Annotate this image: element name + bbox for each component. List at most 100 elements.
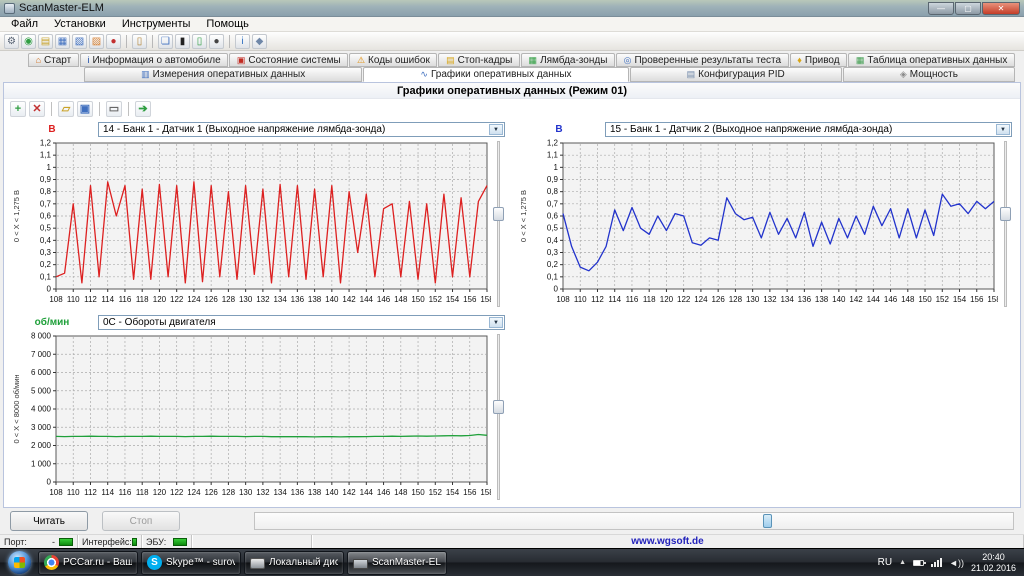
terminal-icon[interactable]: ▮: [175, 34, 190, 49]
taskbar-explorer[interactable]: Локальный диск ...: [244, 551, 344, 575]
clock[interactable]: 20:40 21.02.2016: [971, 552, 1016, 574]
chevron-down-icon[interactable]: ▼: [489, 124, 503, 135]
tab-start[interactable]: ⌂Старт: [28, 53, 79, 67]
svg-text:114: 114: [101, 295, 114, 304]
connect-wrench-icon[interactable]: ⚙: [4, 34, 19, 49]
menu-help[interactable]: Помощь: [198, 18, 257, 30]
tab-lambda-sensors[interactable]: ▦Лямбда-зонды: [521, 53, 615, 67]
start-button[interactable]: [3, 549, 35, 576]
open-file-icon[interactable]: ▱: [58, 101, 74, 117]
chart-icon[interactable]: ▧: [72, 34, 87, 49]
print-icon[interactable]: ▭: [106, 101, 122, 117]
chat-icon[interactable]: ❏: [158, 34, 173, 49]
tab-system-status[interactable]: ▣Состояние системы: [229, 53, 348, 67]
time-scrollbar[interactable]: [254, 512, 1014, 530]
svg-text:0 < X < 1,275 В: 0 < X < 1,275 В: [12, 190, 21, 242]
interface-led: [132, 538, 137, 546]
taskbar-skype[interactable]: SSkype™ - surovtse...: [141, 551, 241, 575]
tab-start-label: Старт: [44, 55, 71, 66]
svg-text:140: 140: [325, 295, 339, 304]
lambda-bank1-sensor1-scale-slider-thumb[interactable]: [493, 207, 504, 221]
document-icon[interactable]: ▤: [38, 34, 53, 49]
chevron-down-icon[interactable]: ▼: [489, 317, 503, 328]
taskbar-chrome[interactable]: PCCar.ru - Ваш а...: [38, 551, 138, 575]
svg-text:0,6: 0,6: [547, 212, 559, 221]
minimize-button[interactable]: —: [928, 2, 954, 15]
lambda-bank1-sensor2-panel: В15 - Банк 1 - Датчик 2 (Выходное напряж…: [517, 121, 1014, 310]
export-icon[interactable]: ➔: [135, 101, 151, 117]
svg-text:112: 112: [84, 488, 97, 497]
globe-dark-icon[interactable]: ●: [209, 34, 224, 49]
tab-power-label: Мощность: [910, 69, 958, 80]
charts-grid: В14 - Банк 1 - Датчик 1 (Выходное напряж…: [4, 119, 1020, 507]
read-button[interactable]: Читать: [10, 511, 88, 531]
clipboard-icon[interactable]: ▯: [132, 34, 147, 49]
tab-pid-config[interactable]: ▤Конфигурация PID: [630, 67, 842, 82]
user-icon[interactable]: ●: [106, 34, 121, 49]
globe-icon[interactable]: ◉: [21, 34, 36, 49]
svg-text:0,4: 0,4: [547, 236, 559, 245]
engine-rpm-scale-slider[interactable]: [491, 331, 506, 503]
tab-test-results[interactable]: ◎Проверенные результаты теста: [616, 53, 789, 67]
svg-text:122: 122: [170, 295, 184, 304]
tab-power[interactable]: ◈Мощность: [843, 67, 1015, 82]
engine-rpm-scale-slider-thumb[interactable]: [493, 400, 504, 414]
maximize-button[interactable]: ▢: [955, 2, 981, 15]
window-title: ScanMaster-ELM: [19, 2, 104, 14]
tab-live-data-table[interactable]: ▦Таблица оперативных данных: [848, 53, 1015, 67]
language-indicator[interactable]: RU: [878, 557, 892, 568]
stop-button[interactable]: Стоп: [102, 511, 180, 531]
tray-chevron-icon[interactable]: ▲: [899, 559, 906, 566]
svg-text:124: 124: [694, 295, 708, 304]
chevron-down-icon[interactable]: ▼: [996, 124, 1010, 135]
tab-actuator-icon: ♦: [797, 56, 802, 65]
close-button[interactable]: ✕: [982, 2, 1020, 15]
svg-text:116: 116: [119, 488, 132, 497]
tab-vehicle-info[interactable]: iИнформация о автомобиле: [80, 53, 228, 67]
lambda-bank1-sensor1-pid-select[interactable]: 14 - Банк 1 - Датчик 1 (Выходное напряже…: [98, 122, 505, 137]
time-scrollbar-thumb[interactable]: [763, 514, 772, 528]
svg-text:0: 0: [47, 478, 52, 487]
svg-text:134: 134: [273, 295, 287, 304]
svg-text:110: 110: [67, 488, 80, 497]
tab-pid-config-label: Конфигурация PID: [698, 69, 785, 80]
network-signal-icon[interactable]: [931, 558, 942, 567]
svg-text:1,2: 1,2: [40, 139, 52, 148]
svg-text:144: 144: [360, 295, 374, 304]
info-icon[interactable]: i: [235, 34, 250, 49]
tab-actuator[interactable]: ♦Привод: [790, 53, 848, 67]
engine-rpm-pid-select[interactable]: 0C - Обороты двигателя▼: [98, 315, 505, 330]
taskbar-scanmaster[interactable]: ScanMaster-ELM: [347, 551, 447, 575]
add-graph-icon[interactable]: +: [10, 101, 26, 117]
tab-actuator-label: Привод: [805, 55, 840, 66]
skype-icon: S: [147, 555, 162, 570]
tab-error-codes[interactable]: ⚠Коды ошибок: [349, 53, 437, 67]
lambda-bank1-sensor2-scale-slider[interactable]: [998, 138, 1013, 310]
svg-text:142: 142: [342, 488, 356, 497]
menu-settings[interactable]: Установки: [46, 18, 114, 30]
website-link[interactable]: www.wgsoft.de: [631, 536, 703, 547]
tab-live-data-graphs[interactable]: ∿Графики оперативных данных: [363, 67, 628, 82]
battery-icon[interactable]: ▯: [192, 34, 207, 49]
svg-text:150: 150: [411, 488, 425, 497]
svg-text:3 000: 3 000: [31, 423, 52, 432]
remove-graph-icon[interactable]: ✕: [29, 101, 45, 117]
bottom-controls: Читать Стоп: [0, 508, 1024, 534]
help-shield-icon[interactable]: ◆: [252, 34, 267, 49]
menu-tools[interactable]: Инструменты: [114, 18, 199, 30]
lambda-bank1-sensor2-pid-select[interactable]: 15 - Банк 1 - Датчик 2 (Выходное напряже…: [605, 122, 1012, 137]
tab-freeze-frames[interactable]: ▤Стоп-кадры: [438, 53, 519, 67]
lambda-bank1-sensor1-scale-slider[interactable]: [491, 138, 506, 310]
lambda-bank1-sensor1-chart: 1081101121141161181201221241261281301321…: [10, 138, 491, 306]
tab-live-data-measurements[interactable]: ▥Измерения оперативных данных: [84, 67, 362, 82]
svg-text:156: 156: [463, 488, 477, 497]
svg-text:108: 108: [556, 295, 570, 304]
svg-text:1 000: 1 000: [31, 459, 52, 468]
speaker-icon[interactable]: ◄)): [949, 558, 964, 568]
save-icon[interactable]: ▣: [77, 101, 93, 117]
image-icon[interactable]: ▨: [89, 34, 104, 49]
lambda-bank1-sensor2-scale-slider-thumb[interactable]: [1000, 207, 1011, 221]
battery-icon[interactable]: [913, 560, 924, 566]
menu-file[interactable]: Файл: [3, 18, 46, 30]
table-icon[interactable]: ▦: [55, 34, 70, 49]
